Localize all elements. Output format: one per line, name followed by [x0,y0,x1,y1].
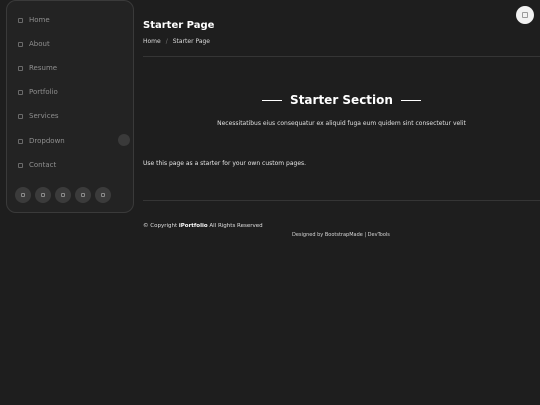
instagram-icon [61,193,65,197]
sidebar-item-portfolio[interactable]: Portfolio [18,85,58,99]
header-divider [143,56,540,57]
facebook-icon [41,193,45,197]
footer-divider [143,200,540,201]
sidebar-item-label: Home [29,16,50,24]
breadcrumb-current: Starter Page [172,38,210,45]
sidebar-item-services[interactable]: Services [18,109,59,123]
skype-icon [81,193,85,197]
sidebar-item-dropdown[interactable]: Dropdown [18,134,65,148]
breadcrumb-home[interactable]: Home [143,38,161,45]
copyright-rights: All Rights Reserved [209,223,263,229]
sidebar-item-label: Resume [29,64,58,72]
starter-text: Use this page as a starter for your own … [143,160,307,167]
linkedin-icon [101,193,105,197]
envelope-icon [18,162,23,168]
title-line-left [262,99,283,101]
sidebar-item-label: About [29,40,50,48]
linkedin-link[interactable] [95,187,111,203]
brand-name: iPortfolio [178,223,208,229]
file-icon [18,65,23,71]
sidebar-item-resume[interactable]: Resume [18,61,57,75]
house-icon [18,17,23,23]
breadcrumb-separator: / [165,38,168,45]
hdd-stack-icon [18,113,23,119]
twitter-link[interactable] [15,187,31,203]
copyright-prefix: © Copyright [143,223,178,229]
sidebar-item-label: Portfolio [29,88,58,96]
section-title: Starter Section [143,93,540,107]
images-icon [18,89,23,95]
dropdown-toggle-icon[interactable] [118,134,130,146]
sidebar-item-contact[interactable]: Contact [18,158,56,172]
facebook-link[interactable] [35,187,51,203]
sidebar-item-label: Services [29,112,59,120]
instagram-link[interactable] [55,187,71,203]
menu-icon [522,12,528,18]
copyright: © Copyright iPortfolio All Rights Reserv… [143,223,263,229]
section-subtitle: Necessitatibus eius consequatur ex aliqu… [217,120,466,127]
section-title-text: Starter Section [290,93,393,107]
twitter-icon [21,193,25,197]
page-title: Starter Page [143,20,215,31]
sidebar-item-label: Dropdown [29,137,65,145]
sidebar-item-label: Contact [29,161,57,169]
sidebar: Home About Resume Portfolio Services Dro… [6,0,134,213]
header-toggle-button[interactable] [516,6,534,24]
credits[interactable]: Designed by BootstrapMade | DevTools [292,232,390,238]
menu-icon [18,138,23,144]
sidebar-item-home[interactable]: Home [18,13,50,27]
skype-link[interactable] [75,187,91,203]
title-line-right [400,99,421,101]
page: Home About Resume Portfolio Services Dro… [0,0,540,405]
breadcrumb: Home / Starter Page [143,38,210,45]
social-links [15,187,111,203]
person-icon [18,41,23,47]
sidebar-item-about[interactable]: About [18,37,50,51]
